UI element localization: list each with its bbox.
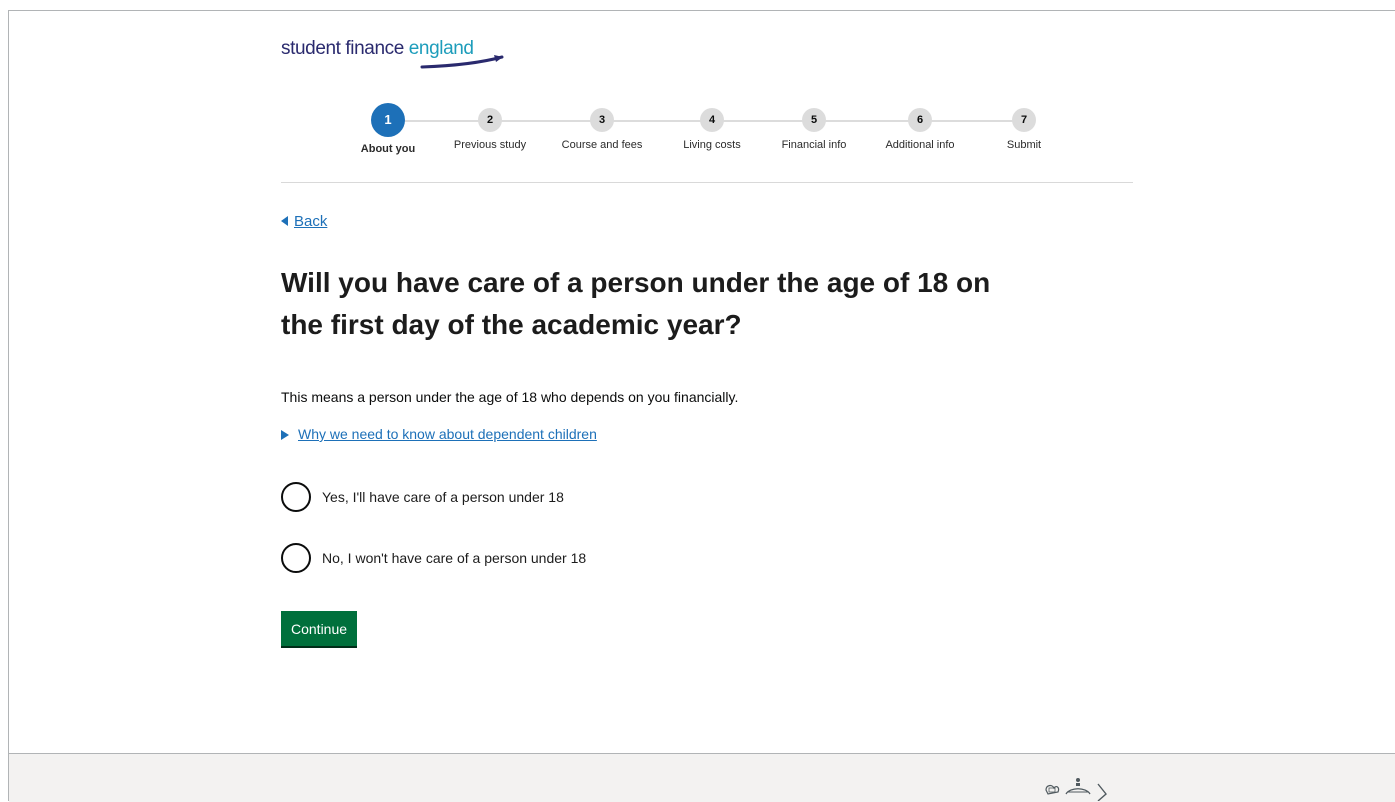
footer bbox=[9, 753, 1395, 802]
details-summary-label: Why we need to know about dependent chil… bbox=[298, 426, 597, 442]
step-number-5: 5 bbox=[802, 108, 826, 132]
step-number-1: 1 bbox=[371, 103, 405, 137]
step-number-2: 2 bbox=[478, 108, 502, 132]
step-label-additional-info: Additional info bbox=[885, 139, 955, 151]
radio-option-no[interactable]: No, I won't have care of a person under … bbox=[281, 541, 586, 575]
header-divider bbox=[281, 182, 1133, 183]
royal-crest-icon bbox=[1045, 778, 1107, 801]
logo-swoosh-icon bbox=[420, 55, 504, 69]
step-number-4: 4 bbox=[700, 108, 724, 132]
step-label-previous-study: Previous study bbox=[453, 139, 527, 151]
back-link[interactable]: Back bbox=[281, 213, 327, 230]
back-arrow-icon bbox=[281, 216, 288, 226]
page-title: Will you have care of a person under the… bbox=[281, 267, 991, 340]
question-hint: This means a person under the age of 18 … bbox=[281, 389, 739, 405]
step-course-and-fees: 3 Course and fees bbox=[557, 103, 647, 151]
step-number-7: 7 bbox=[1012, 108, 1036, 132]
step-number-6: 6 bbox=[908, 108, 932, 132]
radio-button-no[interactable] bbox=[281, 543, 311, 573]
step-label-living-costs: Living costs bbox=[683, 139, 741, 151]
step-label-submit: Submit bbox=[1006, 139, 1042, 151]
continue-button[interactable]: Continue bbox=[281, 611, 358, 646]
step-additional-info: 6 Additional info bbox=[875, 103, 965, 151]
step-label-financial-info: Financial info bbox=[781, 139, 847, 151]
logo-text-part1: student finance bbox=[281, 38, 409, 59]
details-toggle[interactable]: Why we need to know about dependent chil… bbox=[281, 426, 597, 442]
back-link-label: Back bbox=[294, 213, 328, 230]
step-about-you: 1 About you bbox=[343, 103, 433, 155]
step-previous-study: 2 Previous study bbox=[445, 103, 535, 151]
step-number-3: 3 bbox=[590, 108, 614, 132]
step-living-costs: 4 Living costs bbox=[667, 103, 757, 151]
radio-button-yes[interactable] bbox=[281, 482, 311, 512]
radio-option-yes[interactable]: Yes, I'll have care of a person under 18 bbox=[281, 480, 564, 514]
radio-label-no: No, I won't have care of a person under … bbox=[322, 550, 587, 566]
step-submit: 7 Submit bbox=[979, 103, 1069, 151]
step-label-about-you: About you bbox=[360, 143, 416, 155]
radio-label-yes: Yes, I'll have care of a person under 18 bbox=[322, 489, 564, 505]
step-label-course-and-fees: Course and fees bbox=[561, 139, 643, 151]
step-financial-info: 5 Financial info bbox=[769, 103, 859, 151]
disclosure-triangle-icon bbox=[281, 430, 289, 440]
progress-stepper: 1 About you 2 Previous study 3 Course an… bbox=[340, 103, 1060, 163]
